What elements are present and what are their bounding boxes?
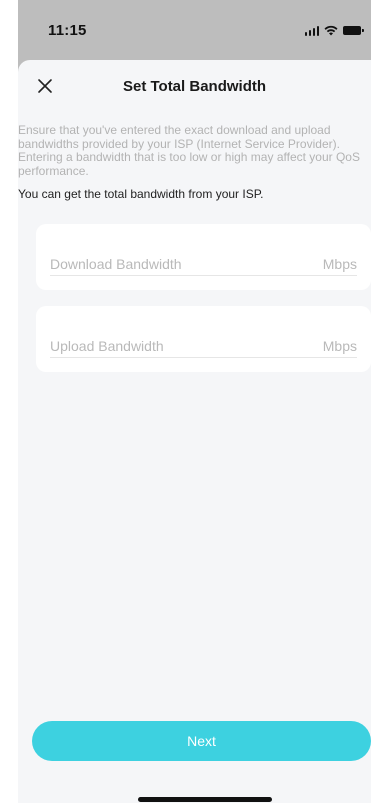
home-indicator [138, 797, 272, 802]
close-icon [38, 79, 52, 93]
upload-placeholder: Upload Bandwidth [50, 337, 164, 354]
cellular-signal-icon [304, 25, 319, 36]
sheet-header: Set Total Bandwidth [18, 60, 371, 112]
app-screen: 11:15 Set Total Bandwidth Ensure that yo… [0, 0, 371, 803]
page-title: Set Total Bandwidth [122, 77, 267, 95]
upload-card: Upload Bandwidth Mbps [36, 306, 371, 372]
download-unit: Mbps [322, 255, 357, 272]
status-bar: 11:15 [18, 0, 371, 60]
next-button[interactable]: Next [32, 721, 371, 761]
status-time: 11:15 [48, 21, 87, 39]
download-placeholder: Download Bandwidth [50, 255, 182, 272]
upload-bandwidth-input[interactable]: Upload Bandwidth Mbps [50, 334, 357, 358]
download-bandwidth-input[interactable]: Download Bandwidth Mbps [50, 252, 357, 276]
upload-unit: Mbps [322, 337, 357, 354]
isp-note: You can get the total bandwidth from you… [18, 187, 264, 201]
wifi-icon [324, 25, 338, 35]
bandwidth-sheet: Set Total Bandwidth Ensure that you've e… [18, 60, 371, 803]
status-icons [304, 25, 364, 36]
download-card: Download Bandwidth Mbps [36, 224, 371, 290]
battery-icon [343, 25, 364, 35]
close-button[interactable] [32, 73, 58, 99]
description-text: Ensure that you've entered the exact dow… [18, 123, 360, 178]
